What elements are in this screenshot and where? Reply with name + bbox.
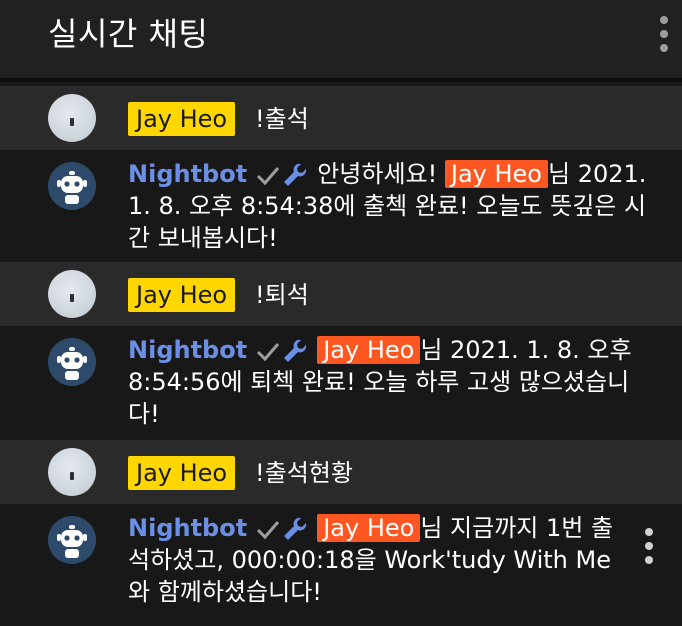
avatar[interactable] [48, 270, 96, 318]
author-name[interactable]: Nightbot [128, 160, 247, 188]
message-text: 안녕하세요! [317, 160, 445, 188]
message-menu-icon[interactable] [643, 528, 655, 568]
author-badges [255, 515, 309, 543]
page-title: 실시간 채팅 [48, 15, 209, 53]
wrench-icon [284, 339, 307, 362]
wrench-icon [284, 163, 307, 186]
avatar[interactable] [48, 94, 96, 142]
more-options-icon[interactable] [655, 16, 673, 52]
chat-message-bot: Nightbot Jay Heo 님 2021. 1. 8. 오후 8:54:56에… [0, 326, 682, 440]
checkmark-icon [257, 521, 280, 540]
robot-icon [48, 162, 96, 210]
chat-message-user: Jay Heo !퇴석 [0, 262, 682, 326]
message-text: !출석현황 [255, 459, 353, 487]
chat-message-bot: Nightbot Jay Heo 님 지금까지 1번 출석하셨고, 000:00:1… [0, 504, 682, 626]
bot-message: Nightbot 안녕하세요! Jay Heo 님 2021. 1. 8. 오후 8… [128, 158, 653, 254]
checkmark-icon [257, 343, 280, 362]
author-badges [255, 337, 309, 365]
author-name-badge[interactable]: Jay Heo [128, 102, 236, 136]
bot-avatar[interactable] [48, 516, 96, 564]
wrench-icon [284, 517, 307, 540]
bot-avatar[interactable] [48, 338, 96, 386]
author-name-badge[interactable]: Jay Heo [128, 456, 236, 490]
chat-message-user: Jay Heo !출석현황 [0, 440, 682, 504]
message-text: !출석 [255, 105, 309, 133]
bot-message: Nightbot Jay Heo 님 지금까지 1번 출석하셨고, 000:00:1… [128, 512, 633, 608]
mention-badge[interactable]: Jay Heo [317, 336, 421, 364]
checkmark-icon [257, 167, 280, 186]
chat-header: 실시간 채팅 [0, 0, 682, 82]
author-name-badge[interactable]: Jay Heo [128, 278, 236, 312]
mention-badge[interactable]: Jay Heo [317, 514, 421, 542]
author-badges [255, 161, 309, 189]
robot-icon [48, 338, 96, 386]
bot-message: Nightbot Jay Heo 님 2021. 1. 8. 오후 8:54:56에… [128, 334, 653, 430]
robot-icon [48, 516, 96, 564]
chat-message-user: Jay Heo !출석 [0, 86, 682, 150]
author-name[interactable]: Nightbot [128, 336, 247, 364]
chat-message-bot: Nightbot 안녕하세요! Jay Heo 님 2021. 1. 8. 오후 8… [0, 150, 682, 262]
author-name[interactable]: Nightbot [128, 514, 247, 542]
bot-avatar[interactable] [48, 162, 96, 210]
message-text: !퇴석 [255, 281, 309, 309]
avatar[interactable] [48, 448, 96, 496]
mention-badge[interactable]: Jay Heo [444, 160, 548, 188]
